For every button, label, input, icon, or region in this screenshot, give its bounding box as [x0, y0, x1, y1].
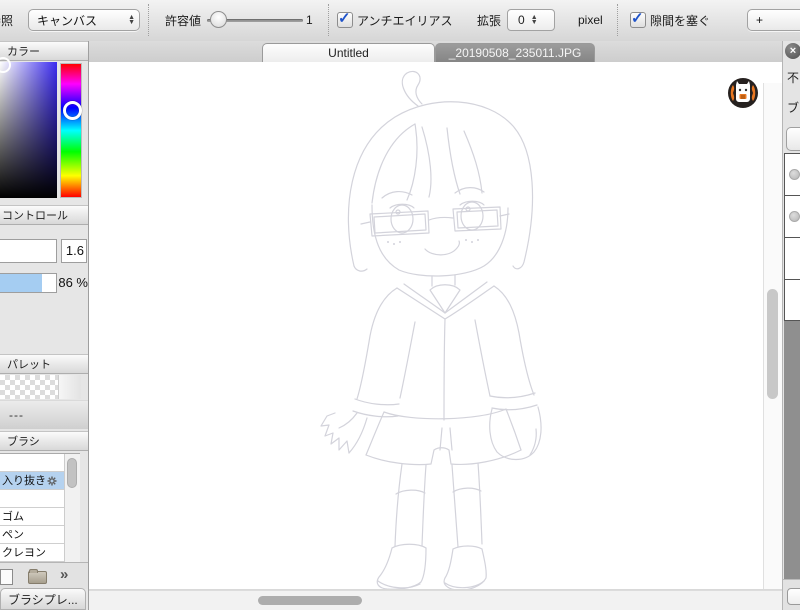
- color-panel-header[interactable]: カラー: [0, 41, 88, 61]
- toolbar-separator: [617, 4, 618, 36]
- tolerance-label: 許容値: [165, 13, 202, 28]
- document-tabstrip: Untitled _20190508_235011.JPG: [89, 41, 782, 62]
- expand-unit-label: pixel: [578, 13, 603, 27]
- firealpaca-window: 参照 キャンバス ▲▼ 許容値 1 アンチエイリアス 拡張: [0, 0, 800, 610]
- canvas-horizontal-scroll-thumb[interactable]: [258, 596, 362, 605]
- brush-size-input[interactable]: [0, 239, 57, 263]
- new-brush-icon: [0, 569, 13, 585]
- close-gap-checkbox[interactable]: [630, 9, 646, 28]
- left-tool-panel: カラー コントロール 1.6 86 % パレット --- ブラシ 入り抜き ゴム…: [0, 41, 89, 610]
- tab-jpg-file[interactable]: _20190508_235011.JPG: [435, 43, 595, 62]
- layer-row[interactable]: [785, 238, 800, 280]
- folder-icon: [28, 569, 47, 584]
- reference-dropdown-value: キャンバス: [37, 13, 98, 28]
- layer-opacity-label: 不: [787, 71, 800, 85]
- brush-list-item[interactable]: [0, 454, 64, 472]
- canvas-vertical-scrollbar[interactable]: [763, 83, 782, 589]
- firealpaca-logo-icon: [727, 77, 759, 109]
- expand-stepper[interactable]: 0 ▲ ▼: [507, 9, 555, 31]
- brush-list-item-selected[interactable]: 入り抜き: [0, 472, 64, 490]
- brush-settings-gear-icon[interactable]: [47, 476, 57, 486]
- tolerance-slider[interactable]: [207, 10, 303, 28]
- reference-dropdown[interactable]: キャンバス ▲ ▼: [28, 9, 140, 31]
- brush-list-item[interactable]: ペン: [0, 526, 64, 544]
- add-brush-button[interactable]: [0, 569, 13, 585]
- layer-panel-empty-area: [784, 321, 800, 579]
- footer-control-stub[interactable]: [787, 588, 800, 605]
- palette-item-null[interactable]: ---: [0, 400, 88, 429]
- brush-list-scroll-thumb[interactable]: [67, 458, 77, 488]
- tolerance-slider-knob[interactable]: [210, 10, 227, 28]
- dropdown-stepper-icon: ▲ ▼: [128, 14, 135, 26]
- document-area: Untitled _20190508_235011.JPG: [89, 41, 782, 610]
- brush-opacity-slider[interactable]: [0, 273, 57, 293]
- brush-preview-header[interactable]: ブラシプレ...: [0, 588, 86, 610]
- layer-panel-footer: [783, 579, 800, 610]
- color-sv-picker[interactable]: [0, 62, 57, 198]
- brush-list-item[interactable]: クレヨン: [0, 544, 64, 562]
- layer-blend-label: ブ: [787, 101, 800, 115]
- brush-size-value[interactable]: 1.6: [62, 240, 86, 262]
- antialias-checkbox[interactable]: [337, 9, 353, 28]
- layer-visibility-icon[interactable]: [789, 169, 800, 180]
- brush-folder-button[interactable]: [28, 569, 47, 584]
- toolbar-separator: [148, 4, 149, 36]
- layer-list: [784, 153, 800, 322]
- brush-list-item[interactable]: [0, 490, 64, 508]
- brush-list-item[interactable]: ゴム: [0, 508, 64, 526]
- palette-scrollbar[interactable]: [58, 375, 81, 399]
- brush-control-header[interactable]: コントロール: [0, 205, 88, 225]
- canvas-vertical-scroll-thumb[interactable]: [767, 289, 778, 399]
- layer-blend-dropdown[interactable]: [786, 127, 800, 151]
- expand-value: 0: [518, 13, 525, 27]
- reference-label: 参照: [0, 13, 14, 28]
- toolbar-separator: [328, 4, 329, 36]
- antialias-label: アンチエイリアス: [357, 13, 453, 28]
- stepper-arrows-icon: ▲ ▼: [530, 14, 538, 26]
- layer-row[interactable]: [785, 154, 800, 196]
- layer-panel-clipped: × 不 ブ: [782, 41, 800, 610]
- tolerance-value: 1: [306, 13, 313, 27]
- layer-row[interactable]: [785, 280, 800, 322]
- brush-more-button[interactable]: »: [60, 566, 68, 583]
- brush-list: 入り抜き ゴム ペン クレヨン: [0, 453, 80, 562]
- layer-row[interactable]: [785, 196, 800, 238]
- expand-label: 拡張: [477, 13, 502, 28]
- close-gap-mode-dropdown[interactable]: +: [747, 9, 800, 31]
- canvas-lineart-drawing: [320, 70, 542, 589]
- layer-visibility-icon[interactable]: [789, 211, 800, 222]
- canvas-horizontal-scrollbar[interactable]: [89, 590, 782, 610]
- brush-opacity-fill: [0, 274, 42, 292]
- tab-untitled[interactable]: Untitled: [262, 43, 435, 62]
- brush-opacity-value: 86 %: [58, 275, 88, 290]
- hue-bar[interactable]: [60, 63, 82, 198]
- close-gap-mode-value: +: [756, 13, 764, 27]
- palette-panel-header[interactable]: パレット: [0, 354, 88, 374]
- panel-close-icon[interactable]: ×: [785, 43, 800, 59]
- bucket-tool-options-bar: 参照 キャンバス ▲▼ 許容値 1 アンチエイリアス 拡張: [0, 0, 800, 42]
- hue-indicator-icon[interactable]: [63, 101, 82, 120]
- brush-toolbar: »: [0, 562, 88, 589]
- canvas-viewport[interactable]: [89, 62, 782, 589]
- close-gap-label: 隙間を塞ぐ: [650, 13, 711, 28]
- brush-panel-header[interactable]: ブラシ: [0, 431, 88, 451]
